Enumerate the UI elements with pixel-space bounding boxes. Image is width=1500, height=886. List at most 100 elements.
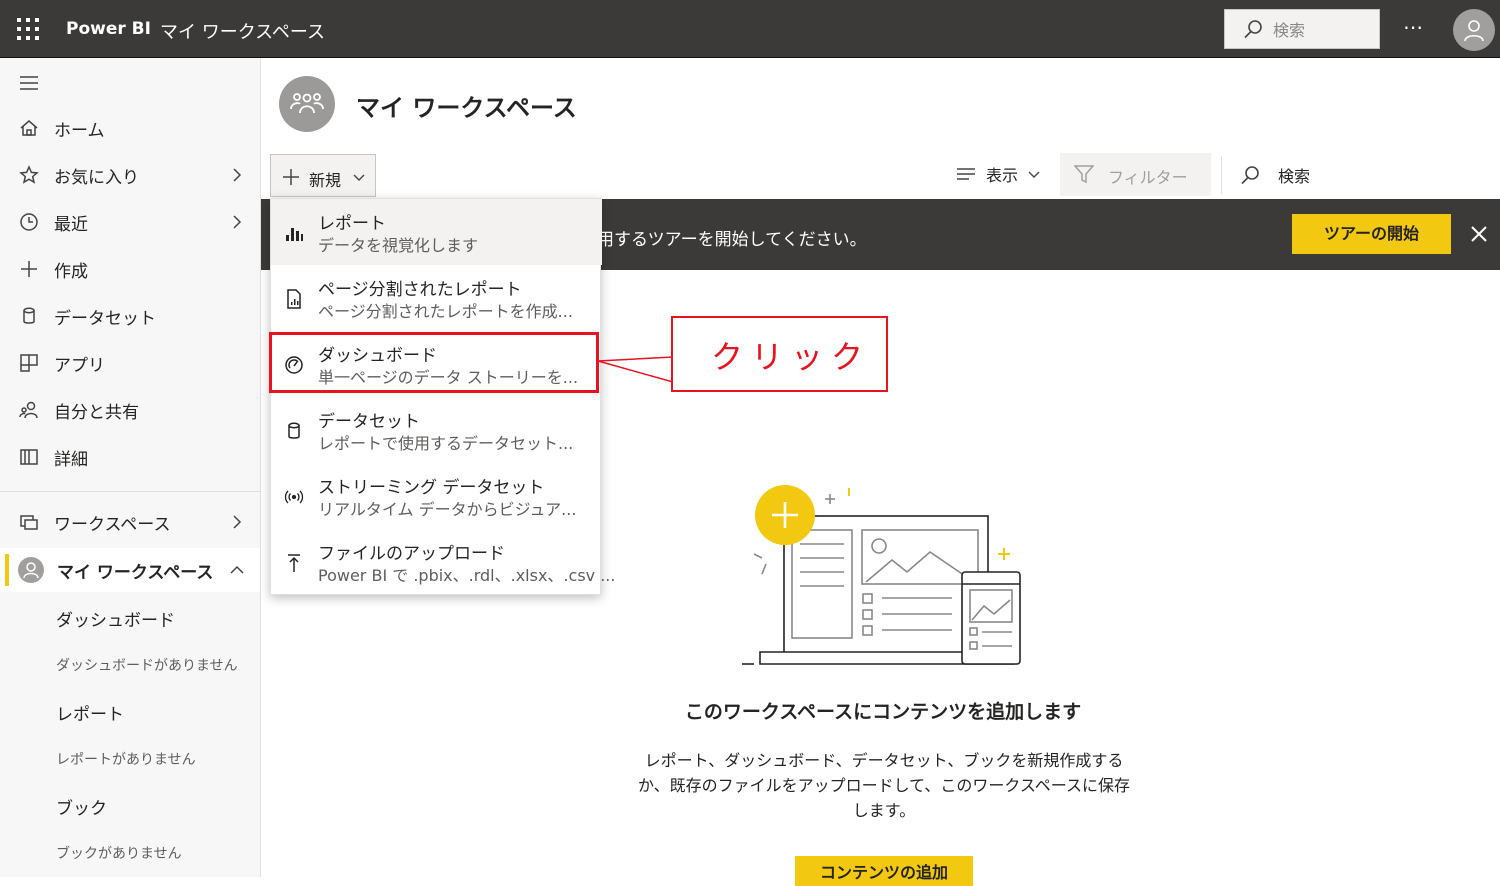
- search-placeholder: 検索: [1273, 21, 1306, 40]
- add-content-button[interactable]: コンテンツの追加: [795, 856, 973, 886]
- menu-item-file-upload[interactable]: ファイルのアップロード Power BI で .pbix、.rdl、.xlsx、…: [271, 529, 615, 595]
- nav-item-shared[interactable]: 自分と共有: [0, 388, 260, 432]
- upload-icon: [284, 553, 304, 573]
- menu-item-desc: リアルタイム データからビジュア...: [318, 500, 577, 519]
- content-search-button[interactable]: 検索: [1240, 163, 1310, 187]
- new-dropdown-menu: レポート データを視覚化します ページ分割されたレポート ページ分割されたレポー…: [270, 198, 615, 595]
- menu-item-paginated-report[interactable]: ページ分割されたレポート ページ分割されたレポートを作成...: [271, 265, 602, 331]
- database-icon: [18, 305, 40, 327]
- left-nav: ホーム お気に入り 最近 作成 データセット アプリ 自分と共有 詳細 ワークス…: [0, 58, 261, 877]
- view-label: 表示: [986, 166, 1019, 185]
- chevron-right-icon[interactable]: [229, 213, 245, 231]
- account-avatar[interactable]: [1453, 9, 1495, 51]
- list-view-icon: [956, 166, 976, 182]
- chevron-right-icon[interactable]: [229, 513, 245, 531]
- clock-icon: [18, 211, 40, 233]
- empty-state-illustration: [742, 482, 1032, 672]
- search-icon: [1240, 165, 1260, 185]
- nav-item-favorites[interactable]: お気に入り: [0, 153, 260, 197]
- empty-reports-text: レポートがありません: [56, 752, 196, 768]
- empty-books-text: ブックがありません: [56, 846, 182, 862]
- database-icon: [284, 421, 304, 441]
- streaming-icon: [284, 487, 304, 507]
- nav-item-recent[interactable]: 最近: [0, 200, 260, 244]
- menu-item-title: ファイルのアップロード: [318, 544, 505, 564]
- callout-text: クリック: [711, 338, 872, 376]
- nav-label: マイ ワークスペース: [57, 562, 214, 583]
- menu-item-title: ページ分割されたレポート: [318, 280, 522, 300]
- empty-state-description: レポート、ダッシュボード、データセット、ブックを新規作成するか、既存のファイルを…: [637, 751, 1130, 820]
- filter-icon: [1074, 164, 1094, 184]
- workspace-avatar: [279, 76, 335, 132]
- more-options-icon[interactable]: ⋯: [1398, 14, 1428, 44]
- view-button[interactable]: 表示: [956, 162, 1042, 186]
- hamburger-menu-icon[interactable]: [18, 74, 40, 92]
- global-search-input[interactable]: 検索: [1224, 9, 1380, 49]
- chevron-down-icon: [351, 169, 367, 185]
- app-launcher-icon[interactable]: [17, 18, 39, 40]
- nav-label: アプリ: [54, 355, 105, 376]
- new-button[interactable]: 新規: [270, 154, 376, 197]
- sub-item-dashboards[interactable]: ダッシュボード: [56, 606, 175, 631]
- nav-item-datasets[interactable]: データセット: [0, 294, 260, 338]
- menu-item-desc: レポートで使用するデータセット...: [318, 434, 574, 453]
- plus-icon: [281, 167, 301, 187]
- nav-item-learn[interactable]: 詳細: [0, 435, 260, 479]
- menu-item-desc: ページ分割されたレポートを作成...: [318, 302, 573, 321]
- nav-item-workspaces[interactable]: ワークスペース: [0, 500, 260, 544]
- menu-item-desc: Power BI で .pbix、.rdl、.xlsx、.csv ...: [318, 566, 616, 585]
- nav-divider: [0, 491, 260, 492]
- nav-item-create[interactable]: 作成: [0, 247, 260, 291]
- top-bar: Power BI マイ ワークスペース 検索 ⋯: [0, 0, 1500, 58]
- shared-icon: [18, 399, 40, 421]
- home-icon: [18, 117, 40, 139]
- nav-item-my-workspace[interactable]: マイ ワークスペース: [0, 548, 260, 592]
- nav-item-apps[interactable]: アプリ: [0, 341, 260, 385]
- menu-item-title: ストリーミング データセット: [318, 478, 545, 498]
- chevron-right-icon[interactable]: [229, 166, 245, 184]
- brand-logo-text[interactable]: Power BI: [66, 19, 151, 39]
- empty-dashboards-text: ダッシュボードがありません: [56, 658, 238, 674]
- page-title: マイ ワークスペース: [356, 94, 577, 122]
- annotation-callout: クリック: [671, 316, 888, 392]
- user-icon: [17, 556, 45, 584]
- filter-label: フィルター: [1108, 168, 1188, 187]
- menu-item-title: レポート: [318, 214, 386, 234]
- nav-item-home[interactable]: ホーム: [0, 106, 260, 150]
- nav-label: 最近: [54, 214, 88, 235]
- toolbar-separator: [1221, 156, 1222, 194]
- filter-button[interactable]: フィルター: [1060, 153, 1211, 196]
- start-tour-button[interactable]: ツアーの開始: [1292, 214, 1451, 254]
- plus-icon: [18, 258, 40, 280]
- menu-item-title: データセット: [318, 412, 420, 432]
- nav-label: ホーム: [54, 120, 105, 141]
- sub-item-books[interactable]: ブック: [56, 794, 107, 819]
- apps-icon: [18, 352, 40, 374]
- nav-label: 自分と共有: [54, 402, 139, 423]
- workspace-breadcrumb[interactable]: マイ ワークスペース: [160, 18, 325, 44]
- bar-chart-icon: [284, 223, 304, 243]
- active-indicator: [5, 554, 9, 586]
- paginated-report-icon: [284, 289, 304, 309]
- banner-text: 用するツアーを開始してください。: [597, 230, 867, 250]
- chevron-up-icon[interactable]: [229, 561, 245, 579]
- menu-item-report[interactable]: レポート データを視覚化します: [271, 199, 602, 265]
- annotation-highlight-box: [269, 332, 599, 393]
- book-icon: [18, 446, 40, 468]
- menu-item-desc: データを視覚化します: [318, 236, 479, 255]
- menu-item-streaming-dataset[interactable]: ストリーミング データセット リアルタイム データからビジュア...: [271, 463, 602, 529]
- search-label: 検索: [1278, 167, 1311, 186]
- empty-state-title: このワークスペースにコンテンツを追加します: [684, 701, 1082, 723]
- nav-label: お気に入り: [54, 167, 139, 188]
- close-icon[interactable]: [1468, 223, 1490, 245]
- star-icon: [18, 164, 40, 186]
- annotation-pointer: [597, 356, 674, 383]
- nav-label: 作成: [54, 261, 88, 282]
- search-icon: [1243, 19, 1263, 39]
- nav-label: データセット: [54, 308, 156, 329]
- chevron-down-icon: [1026, 166, 1042, 182]
- menu-item-dataset[interactable]: データセット レポートで使用するデータセット...: [271, 397, 602, 463]
- workspaces-icon: [18, 511, 40, 533]
- nav-label: 詳細: [54, 449, 88, 470]
- nav-label: ワークスペース: [54, 514, 171, 535]
